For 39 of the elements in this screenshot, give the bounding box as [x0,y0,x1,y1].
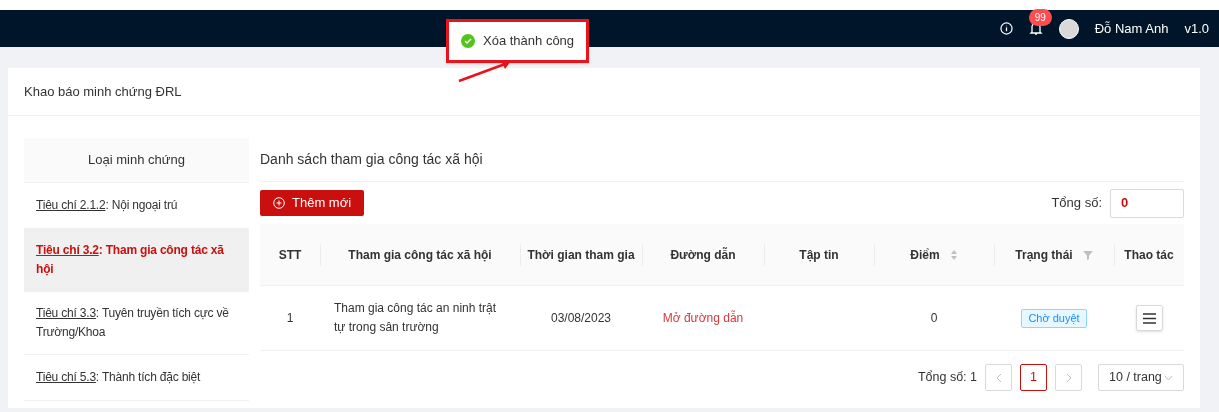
sidebar-heading: Loại minh chứng [24,138,249,183]
info-icon[interactable] [999,22,1013,35]
plus-circle-icon [273,197,285,209]
add-button[interactable]: Thêm mới [260,190,365,216]
column-header: Đường dẫn [670,246,736,264]
version-label: v1.0 [1184,19,1209,38]
link[interactable]: Mở đường dẫn [662,311,744,325]
user-name[interactable]: Đỗ Nam Anh [1094,18,1169,39]
status-tag: Chờ duyệt [1021,308,1087,328]
sidebar-item[interactable]: Tiêu chí 3.3: Tuyên truyền tích cực về Trường/Khoa [24,292,249,355]
pagination-total: Tổng số: 1 [917,369,977,387]
page-button[interactable]: 1 [1020,364,1047,391]
notification-badge: 99 [1028,9,1052,26]
list-title: Danh sách tham gia công tác xã hội [260,150,483,169]
total-field[interactable]: 0 [1110,188,1184,218]
chevron-down-icon [1164,374,1173,381]
column-header: Thao tác [1124,246,1174,264]
table-cell: Tham gia công tác an ninh trật tự trong sân trường [334,301,497,334]
column-header: STT [278,246,302,264]
chevron-right-icon [1065,372,1072,383]
success-icon [461,33,475,48]
table-cell: 03/08/2023 [550,311,612,325]
menu-button[interactable] [1135,305,1163,331]
avatar[interactable] [1058,18,1079,39]
menu-icon [1142,312,1156,324]
column-header: Tập tin [799,246,839,264]
table-cell: 1 [286,311,294,325]
toast-message: Xóa thành công [461,31,575,51]
chevron-left-icon [995,372,1002,383]
total-label: Tổng số: [1051,194,1102,213]
sidebar-item[interactable]: Tiêu chí 3.2: Tham gia công tác xã hội [24,229,249,292]
page-size-select[interactable]: 10 / trang [1098,364,1184,391]
table-cell: 0 [930,311,938,325]
column-header: Điểm [910,246,940,264]
column-header: Thời gian tham gia [527,246,635,264]
page-title: Khao báo minh chứng ĐRL [24,82,182,101]
column-header: Trạng thái [1015,246,1073,264]
sidebar-item[interactable]: Tiêu chí 5.3: Thành tích đặc biệt [24,355,249,401]
column-header: Tham gia công tác xã hội [348,246,492,264]
